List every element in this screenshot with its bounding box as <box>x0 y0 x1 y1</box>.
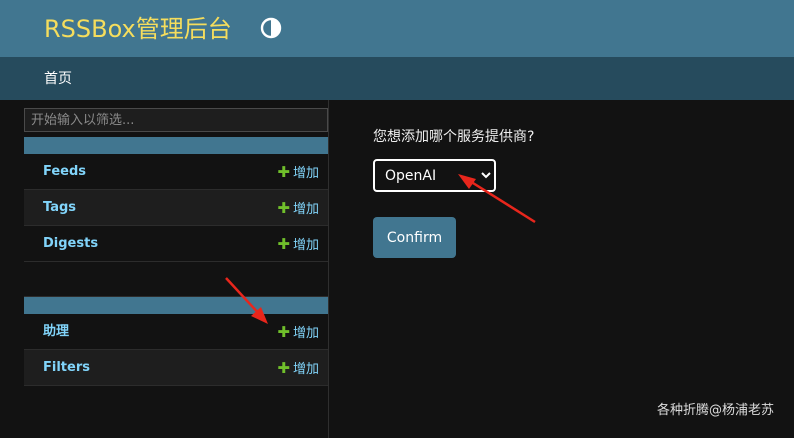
half-circle-contrast-icon[interactable] <box>260 17 282 39</box>
sidebar-item-label[interactable]: Tags <box>43 199 76 217</box>
sidebar-item-feeds: Feeds ✚ 增加 <box>24 154 328 190</box>
add-label: 增加 <box>292 202 319 217</box>
breadcrumb: 首页 <box>0 57 794 100</box>
plus-icon: ✚ <box>277 359 290 377</box>
module-header <box>24 297 328 314</box>
sidebar-item-filters: Filters ✚ 增加 <box>24 350 328 386</box>
confirm-button[interactable]: Confirm <box>373 217 456 258</box>
module-spacer <box>24 262 328 297</box>
site-header: RSSBox管理后台 <box>0 0 794 57</box>
site-brand[interactable]: RSSBox管理后台 <box>44 13 232 45</box>
watermark: 各种折腾@杨浦老苏 <box>656 403 774 418</box>
add-filter-button[interactable]: ✚ 增加 <box>277 359 319 379</box>
app-module-assistants: 助理 ✚ 增加 Filters ✚ 增加 <box>24 297 328 386</box>
add-label: 增加 <box>292 238 319 253</box>
breadcrumb-home-link[interactable]: 首页 <box>44 69 72 89</box>
plus-icon: ✚ <box>277 163 290 181</box>
provider-question: 您想添加哪个服务提供商? <box>373 129 535 145</box>
sidebar-item-label[interactable]: Digests <box>43 235 98 253</box>
add-label: 增加 <box>292 326 319 341</box>
sidebar-filter-input[interactable] <box>24 108 328 132</box>
add-feed-button[interactable]: ✚ 增加 <box>277 163 319 183</box>
provider-select[interactable]: OpenAI <box>373 159 496 192</box>
nav-sidebar: Feeds ✚增加 Tags ✚增加 Digests ✚增加 助理 ✚增加 Fi… <box>0 100 329 438</box>
sidebar-item-tags: Tags ✚ 增加 <box>24 190 328 226</box>
sidebar-item-digests: Digests ✚ 增加 <box>24 226 328 262</box>
add-digest-button[interactable]: ✚ 增加 <box>277 235 319 255</box>
plus-icon: ✚ <box>277 199 290 217</box>
add-tag-button[interactable]: ✚ 增加 <box>277 199 319 219</box>
sidebar-item-label[interactable]: Filters <box>43 359 90 377</box>
add-assistant-button[interactable]: ✚ 增加 <box>277 323 319 343</box>
plus-icon: ✚ <box>277 323 290 341</box>
module-header <box>24 137 328 154</box>
sidebar-item-label[interactable]: 助理 <box>43 323 69 341</box>
sidebar-item-assistant: 助理 ✚ 增加 <box>24 314 328 350</box>
sidebar-item-label[interactable]: Feeds <box>43 163 86 181</box>
app-module-rss: Feeds ✚ 增加 Tags ✚ 增加 Digests ✚ 增加 <box>24 137 328 297</box>
add-label: 增加 <box>292 362 319 377</box>
add-label: 增加 <box>292 166 319 181</box>
plus-icon: ✚ <box>277 235 290 253</box>
